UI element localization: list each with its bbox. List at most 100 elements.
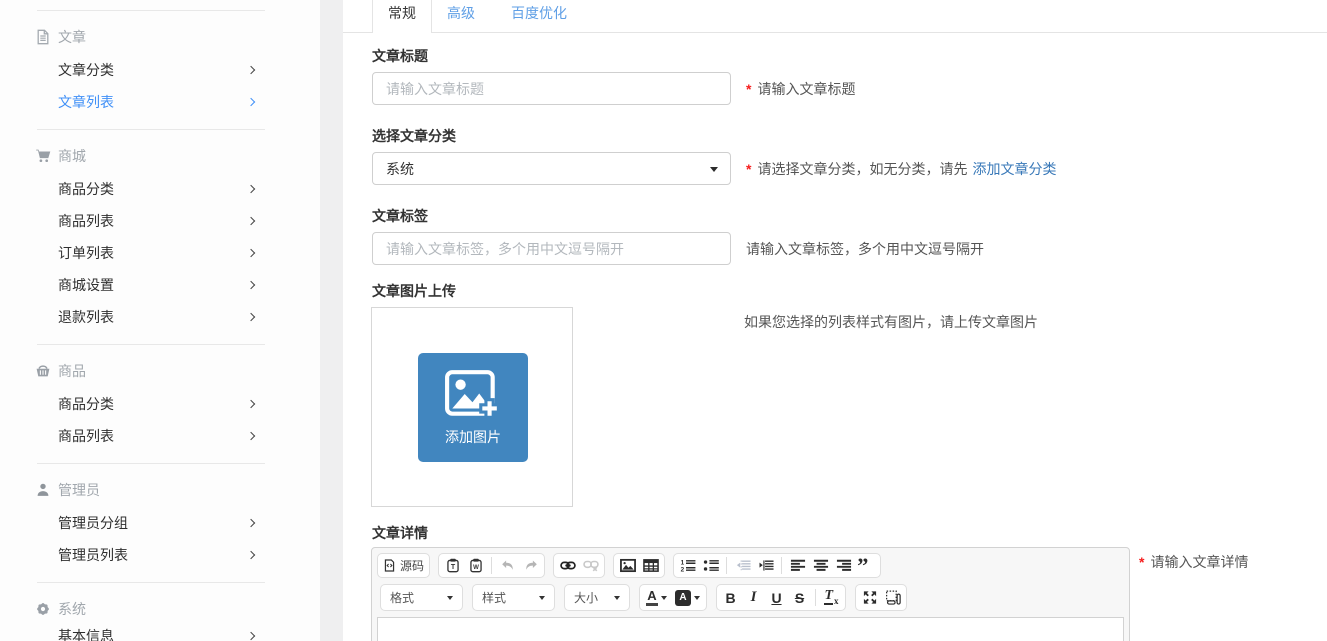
sidebar-section-system: 系统 基本信息 [0, 582, 320, 641]
remove-format-button[interactable]: T x [820, 587, 843, 608]
outdent-button[interactable] [731, 555, 754, 576]
redo-button[interactable] [519, 555, 542, 576]
sidebar-item-article-list[interactable]: 文章列表 [0, 86, 320, 118]
source-code-icon [383, 558, 396, 573]
svg-text:1: 1 [680, 559, 684, 566]
chevron-right-icon [247, 249, 255, 257]
article-title-input[interactable] [372, 72, 731, 105]
tip-text: 如果您选择的列表样式有图片，请上传文章图片 [744, 312, 1038, 332]
align-center-button[interactable] [809, 555, 832, 576]
paste-word-button[interactable]: W [464, 555, 487, 576]
tab-general[interactable]: 常规 [372, 0, 432, 33]
tip-text: 请输入文章详情 [1150, 552, 1248, 572]
basket-icon [35, 363, 51, 379]
sidebar-header-mall[interactable]: 商城 [0, 140, 320, 172]
tip-text: 请选择文章分类，如无分类，请先 [757, 159, 967, 179]
sidebar-item-order-list[interactable]: 订单列表 [0, 237, 320, 269]
sidebar-item-label: 文章分类 [58, 60, 114, 80]
sidebar-header-label: 商城 [58, 146, 86, 166]
undo-button[interactable] [496, 555, 519, 576]
toolbar-separator [491, 557, 492, 574]
paste-word-icon: W [468, 558, 484, 573]
sidebar-item-product-list[interactable]: 商品列表 [0, 420, 320, 452]
chevron-right-icon [247, 281, 255, 289]
sidebar-item-article-category[interactable]: 文章分类 [0, 54, 320, 86]
sidebar-item-label: 商品分类 [58, 394, 114, 414]
bullet-list-button[interactable] [699, 555, 722, 576]
article-tags-tip: 请输入文章标签，多个用中文逗号隔开 [746, 232, 984, 265]
sidebar-header-admin[interactable]: 管理员 [0, 474, 320, 506]
add-image-label: 添加图片 [445, 427, 501, 447]
blockquote-button[interactable]: ” [855, 555, 878, 576]
sidebar-section-admin: 管理员 管理员分组 管理员列表 [0, 463, 320, 571]
tab-advanced[interactable]: 高级 [432, 0, 490, 33]
sidebar-header-article[interactable]: 文章 [0, 21, 320, 53]
unlink-button[interactable] [579, 555, 602, 576]
sidebar-item-product-category[interactable]: 商品分类 [0, 388, 320, 420]
show-blocks-button[interactable] [881, 587, 904, 608]
maximize-button[interactable] [858, 587, 881, 608]
tip-text: 请输入文章标签，多个用中文逗号隔开 [746, 239, 984, 259]
select-dropdown-arrow-icon [710, 167, 718, 172]
redo-icon [523, 558, 539, 573]
align-right-button[interactable] [832, 555, 855, 576]
italic-button[interactable]: I [742, 587, 765, 608]
text-color-button[interactable]: A [642, 589, 671, 606]
add-image-button[interactable]: 添加图片 [418, 353, 528, 462]
numbered-list-button[interactable]: 1 2 [676, 555, 699, 576]
size-combo[interactable]: 大小 [564, 584, 630, 611]
paste-text-button[interactable]: T [441, 555, 464, 576]
source-button[interactable]: 源码 [380, 557, 427, 574]
svg-text:2: 2 [680, 567, 684, 573]
chevron-right-icon [247, 66, 255, 74]
format-combo[interactable]: 格式 [380, 584, 463, 611]
underline-button[interactable]: U [765, 587, 788, 608]
bold-button[interactable]: B [719, 587, 742, 608]
combo-arrow-icon [661, 596, 667, 600]
sidebar-section-product: 商品 商品分类 商品列表 [0, 344, 320, 452]
sidebar-item-label: 基本信息 [58, 626, 114, 641]
sidebar-header-label: 文章 [58, 27, 86, 47]
insert-image-button[interactable] [616, 555, 639, 576]
sidebar-item-admin-group[interactable]: 管理员分组 [0, 507, 320, 539]
svg-text:T: T [450, 564, 455, 571]
add-category-link[interactable]: 添加文章分类 [972, 159, 1056, 179]
paste-text-icon: T [445, 558, 461, 573]
background-color-icon: A [675, 590, 691, 606]
sidebar-header-product[interactable]: 商品 [0, 355, 320, 387]
sidebar-item-goods-category[interactable]: 商品分类 [0, 173, 320, 205]
article-detail-label: 文章详情 [372, 526, 428, 540]
sidebar-item-refund-list[interactable]: 退款列表 [0, 301, 320, 333]
sidebar-item-goods-list[interactable]: 商品列表 [0, 205, 320, 237]
required-asterisk: * [746, 81, 751, 97]
toolbar-separator [815, 589, 816, 606]
indent-button[interactable] [754, 555, 777, 576]
sidebar-item-basic-info[interactable]: 基本信息 [0, 620, 320, 641]
strikethrough-button[interactable]: S [788, 587, 811, 608]
rich-text-editor: 源码 T W [371, 547, 1130, 641]
combo-arrow-icon [614, 596, 620, 600]
align-left-button[interactable] [786, 555, 809, 576]
editor-content-area[interactable] [377, 617, 1124, 641]
styles-combo[interactable]: 样式 [472, 584, 555, 611]
insert-table-button[interactable] [639, 555, 662, 576]
sidebar-item-label: 商品分类 [58, 179, 114, 199]
indent-icon [758, 558, 774, 573]
sidebar-item-mall-settings[interactable]: 商城设置 [0, 269, 320, 301]
sidebar-item-label: 管理员列表 [58, 545, 128, 565]
link-icon [560, 558, 576, 573]
editor-toolbar-row2: 格式 样式 大小 A A [380, 584, 1122, 611]
background-color-button[interactable]: A [671, 590, 704, 606]
unlink-icon [583, 558, 599, 573]
article-image-tip: 如果您选择的列表样式有图片，请上传文章图片 [744, 307, 1038, 337]
tab-seo[interactable]: 百度优化 [496, 0, 582, 33]
sidebar-item-admin-list[interactable]: 管理员列表 [0, 539, 320, 571]
sidebar-divider [37, 10, 265, 11]
link-button[interactable] [556, 555, 579, 576]
undo-icon [500, 558, 516, 573]
category-select[interactable]: 系统 [372, 152, 731, 185]
chevron-right-icon [247, 98, 255, 106]
toolbar-group-paragraph: 1 2 [673, 553, 881, 578]
article-tags-input[interactable] [372, 232, 731, 265]
size-combo-label: 大小 [574, 589, 598, 606]
